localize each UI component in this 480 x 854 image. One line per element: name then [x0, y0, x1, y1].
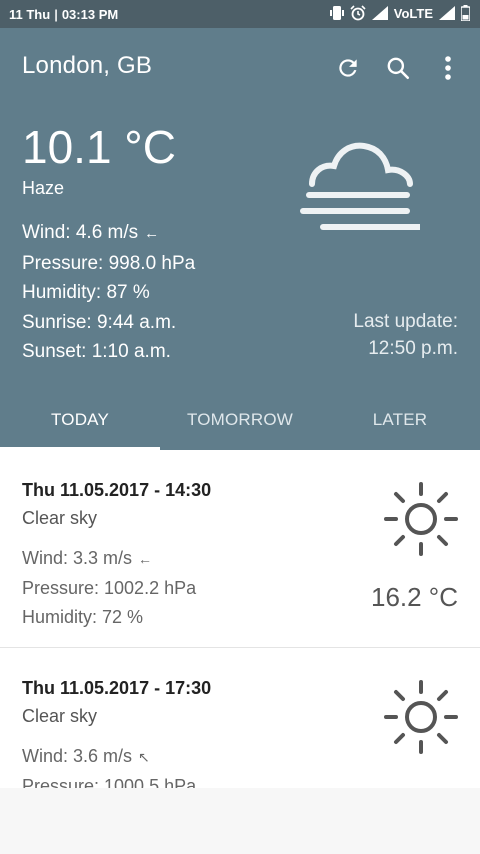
last-update-label: Last update: — [353, 311, 458, 332]
refresh-button[interactable] — [330, 50, 366, 86]
clear-sky-icon — [384, 680, 458, 754]
toolbar-actions — [330, 50, 466, 86]
current-temperature: 10.1 °C — [22, 121, 176, 173]
last-update: Last update: 12:50 p.m. — [353, 308, 458, 362]
last-update-time: 12:50 p.m. — [368, 338, 458, 359]
wind-direction-icon: ← — [144, 225, 160, 242]
current-description: Haze — [22, 178, 65, 198]
status-separator: | — [54, 7, 58, 22]
humidity-text: Humidity: 87 % — [22, 282, 150, 303]
forecast-pressure: Pressure: 1002.2 hPa — [22, 578, 197, 598]
pressure-text: Pressure: 998.0 hPa — [22, 252, 196, 274]
status-right: VoLTE — [329, 5, 470, 21]
forecast-wind-row: Wind: 3.6 m/s ↖ — [22, 742, 196, 772]
forecast-temperature: 16.2 °C — [370, 582, 458, 612]
forecast-title: Thu 11.05.2017 - 17:30 — [22, 678, 212, 698]
signal-icon-2 — [439, 6, 455, 20]
current-weather-panel: London, GB 10.1 °C Haze Wind: 4.6 m/s ← P… — [0, 28, 480, 450]
search-button[interactable] — [380, 50, 416, 86]
wind-direction-icon: ← — [138, 551, 153, 567]
signal-icon — [371, 6, 388, 20]
list-bottom-area — [0, 788, 480, 854]
network-label: VoLTE — [393, 5, 433, 21]
forecast-wind-row: Wind: 3.3 m/s ← — [22, 544, 196, 574]
haze-icon — [300, 142, 420, 230]
more-options-button[interactable] — [430, 50, 466, 86]
status-time: 03:13 PM — [61, 7, 119, 22]
battery-icon — [461, 5, 470, 21]
status-date: 11 Thu — [9, 7, 51, 22]
sunset-text: Sunset: 1:10 a.m. — [22, 341, 171, 362]
clear-sky-icon — [384, 482, 458, 556]
forecast-tabs: TODAY TOMORROW LATER — [0, 404, 480, 450]
search-icon — [387, 57, 410, 80]
tab-later[interactable]: LATER — [320, 404, 480, 450]
vibrate-icon — [329, 6, 344, 20]
forecast-description: Clear sky — [22, 508, 98, 528]
forecast-humidity: Humidity: 72 % — [22, 607, 144, 627]
wind-row: Wind: 4.6 m/s ← — [22, 218, 195, 249]
forecast-wind: Wind: 3.3 m/s — [22, 548, 133, 568]
alarm-icon — [350, 5, 366, 21]
forecast-details: Wind: 3.3 m/s ← Pressure: 1002.2 hPa Humi… — [22, 544, 196, 632]
sunrise-text: Sunrise: 9:44 a.m. — [22, 311, 177, 333]
wind-text: Wind: 4.6 m/s — [22, 222, 139, 243]
city-title: London, GB — [22, 52, 153, 79]
tab-today[interactable]: TODAY — [0, 404, 160, 450]
wind-direction-icon: ↖ — [138, 749, 150, 765]
more-vert-icon — [445, 56, 451, 80]
status-bar: 11 Thu | 03:13 PM VoLTE — [0, 0, 480, 28]
tab-tomorrow[interactable]: TOMORROW — [160, 404, 320, 450]
status-left: 11 Thu | 03:13 PM — [9, 7, 118, 22]
refresh-icon — [339, 59, 357, 77]
forecast-title: Thu 11.05.2017 - 14:30 — [22, 480, 212, 500]
forecast-description: Clear sky — [22, 706, 98, 726]
forecast-wind: Wind: 3.6 m/s — [22, 746, 133, 766]
forecast-item[interactable]: Thu 11.05.2017 - 14:30 Clear sky Wind: 3… — [0, 450, 480, 648]
current-details: Wind: 4.6 m/s ← Pressure: 998.0 hPa Humid… — [22, 218, 195, 367]
